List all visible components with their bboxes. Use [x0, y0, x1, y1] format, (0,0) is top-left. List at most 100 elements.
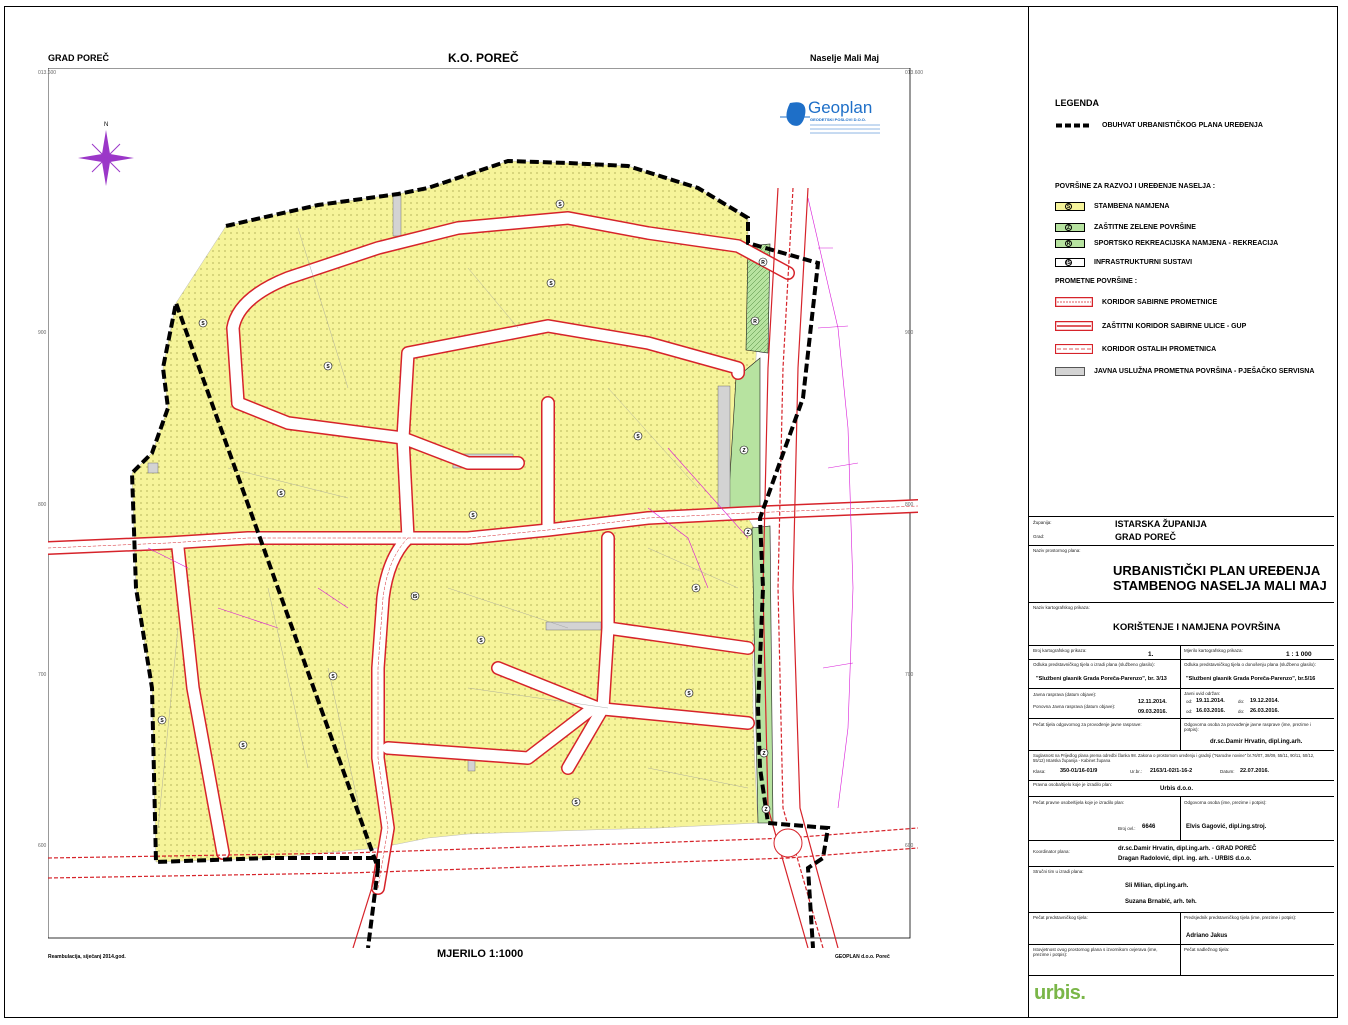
tb-line	[1028, 975, 1334, 976]
legend-section-2: PROMETNE POVRŠINE :	[1055, 278, 1138, 285]
legend-item-sabirna: KORIDOR SABIRNE PROMETNICE	[1055, 296, 1217, 308]
legend-boundary: OBUHVAT URBANISTIČKOG PLANA UREĐENJA	[1055, 119, 1263, 131]
tb-istovjetnost-label: Istovjetnost ovog prostornog plana s izv…	[1033, 947, 1158, 957]
zone-symbol-s: S	[684, 688, 694, 698]
footer-right: GEOPLAN d.o.o. Poreč	[835, 954, 890, 960]
zone-symbol-z: Z	[739, 445, 749, 455]
geoplan-logo: Geoplan GEODETSKI POSLOVI D.O.O.	[780, 97, 890, 142]
geoplan-name: Geoplan	[808, 98, 872, 117]
svg-text:R: R	[753, 319, 757, 325]
tb-do-label: do:	[1238, 709, 1245, 714]
legend-item-label: ZAŠTITNI KORIDOR SABIRNE ULICE - GUP	[1102, 322, 1247, 330]
legend-item-infrastructure: IS INFRASTRUKTURNI SUSTAVI	[1055, 256, 1192, 268]
tb-grad: GRAD POREČ	[1115, 532, 1177, 542]
tb-od2: 16.03.2016.	[1196, 708, 1226, 714]
zone-symbol-s: S	[691, 583, 701, 593]
tb-izradjivac: Urbis d.o.o.	[1160, 786, 1193, 792]
tb-line	[1028, 912, 1334, 913]
tb-broj-ovl-label: Broj ovl.:	[1118, 826, 1136, 831]
zone-symbol-r: R	[750, 316, 760, 326]
tb-strucni1: Sli Milian, dipl.ing.arh.	[1125, 883, 1189, 889]
tb-karta-label: Naziv kartografskog prikaza:	[1033, 605, 1090, 610]
scale-label: MJERILO 1:1000	[437, 948, 524, 960]
legend-item-label: KORIDOR SABIRNE PROMETNICE	[1102, 298, 1218, 306]
zone-symbol-s: S	[276, 488, 286, 498]
zone-symbol-s: S	[198, 318, 208, 328]
tb-line	[1028, 780, 1334, 781]
legend-item-label: KORIDOR OSTALIH PROMETNICA	[1102, 345, 1217, 353]
tb-odg-osoba-label: Odgovorna osoba (ime, prezime i potpis):	[1184, 800, 1267, 805]
tb-do-label: do:	[1238, 699, 1245, 704]
tb-do1: 19.12.2014.	[1250, 698, 1280, 704]
tb-klasa: 350-01/16-01/9	[1060, 768, 1098, 774]
tb-line	[1028, 840, 1334, 841]
svg-text:Z: Z	[742, 448, 745, 454]
legend-section-1: POVRŠINE ZA RAZVOJ I UREĐENJE NASELJA :	[1055, 183, 1216, 190]
header-left: GRAD POREČ	[48, 53, 110, 63]
tb-line	[1028, 750, 1334, 751]
zone-symbol-s: S	[546, 278, 556, 288]
tb-pecat2-label: Pečat pravne osobe/tijela koje je izradi…	[1033, 800, 1125, 805]
legend-item-javna: JAVNA USLUŽNA PROMETNA POVRŠINA - PJEŠAČ…	[1055, 365, 1314, 377]
coord-label: 600	[38, 843, 47, 849]
legend-item-green: Z ZAŠTITNE ZELENE POVRŠINE	[1055, 221, 1196, 233]
tb-javni-uvid-label: Javni uvid održan:	[1184, 691, 1221, 696]
tb-mjerilo: 1 : 1 000	[1286, 651, 1312, 658]
zone-symbol-s: S	[633, 431, 643, 441]
svg-text:Z: Z	[762, 751, 765, 757]
tb-odluka-label: Odluka predstavničkog tijela o izradi pl…	[1033, 662, 1155, 667]
coord-label: 600	[905, 843, 914, 849]
tb-odg-osoba: Elvis Gagović, dipl.ing.stroj.	[1186, 824, 1267, 830]
tb-line	[1028, 796, 1334, 797]
legend-item-label: JAVNA USLUŽNA PROMETNA POVRŠINA - PJEŠAČ…	[1094, 367, 1315, 375]
tb-broj-ovl: 6646	[1142, 824, 1156, 830]
tb-urbroj: 2163/1-02/1-16-2	[1150, 768, 1193, 774]
zone-symbol-s: S	[323, 361, 333, 371]
service-area	[392, 195, 402, 237]
zone-symbol-r: R	[758, 257, 768, 267]
svg-text:N: N	[104, 122, 108, 128]
zone-symbol-s: S	[328, 671, 338, 681]
coord-label: 700	[38, 672, 47, 678]
legend-title: LEGENDA	[1055, 98, 1100, 108]
service-area	[545, 621, 602, 631]
tb-koord-label: Koordinator plana:	[1033, 849, 1070, 854]
zone-symbol-s: S	[555, 199, 565, 209]
tb-jr-label: Javna rasprava (datum objave):	[1033, 692, 1097, 697]
header-center: K.O. POREČ	[448, 51, 519, 65]
tb-datum: 22.07.2016.	[1240, 768, 1270, 774]
tb-grad-label: Grad:	[1033, 534, 1045, 539]
tb-od1: 19.11.2014.	[1196, 698, 1225, 704]
coord-label: 900	[38, 330, 47, 336]
tb-datum-label: Datum:	[1220, 769, 1235, 774]
svg-text:R: R	[761, 260, 765, 266]
tb-od-label: od:	[1186, 709, 1193, 714]
coord-label: 013.600	[905, 70, 924, 76]
tb-pecat4-label: Pečat nadležnog tijela:	[1184, 947, 1230, 952]
tb-line	[1028, 688, 1334, 689]
tb-broj: 1.	[1148, 651, 1154, 658]
service-area	[147, 462, 159, 474]
coord-label: 700	[905, 672, 914, 678]
svg-text:Z: Z	[764, 807, 767, 813]
tb-line	[1028, 545, 1334, 546]
zone-symbol-z: Z	[759, 748, 769, 758]
legend-item-label: INFRASTRUKTURNI SUSTAVI	[1094, 258, 1193, 266]
tb-plan-label: Naziv prostornog plana:	[1033, 548, 1081, 553]
tb-predsjednik: Adriano Jakus	[1186, 933, 1228, 939]
tb-line	[1028, 718, 1334, 719]
tb-mjerilo-label: Mjerilo kartografskog prikaza:	[1184, 648, 1243, 653]
zone-symbol-s: S	[571, 797, 581, 807]
tb-jr-date1: 12.11.2014.	[1138, 699, 1167, 705]
legend-item-ostali: KORIDOR OSTALIH PROMETNICA	[1055, 343, 1216, 355]
tb-pecat3-label: Pečat predstavničkog tijela:	[1033, 915, 1088, 920]
legend-item-residential: S STAMBENA NAMJENA	[1055, 200, 1169, 212]
map-canvas[interactable]: S S S S S S S S S S S S S S R R Z Z Z Z …	[48, 68, 918, 948]
tb-izradjivac-label: Pravna osoba/tijelo koje je izradilo pla…	[1033, 782, 1113, 787]
tb-pecat-label: Pečat tijela odgovornog za provođenje ja…	[1033, 722, 1142, 727]
legend-boundary-label: OBUHVAT URBANISTIČKOG PLANA UREĐENJA	[1102, 121, 1263, 129]
legend-symbol: IS	[1065, 259, 1072, 266]
service-area	[717, 385, 731, 509]
legend-item-label: STAMBENA NAMJENA	[1094, 202, 1170, 210]
coord-label: 800	[38, 502, 47, 508]
